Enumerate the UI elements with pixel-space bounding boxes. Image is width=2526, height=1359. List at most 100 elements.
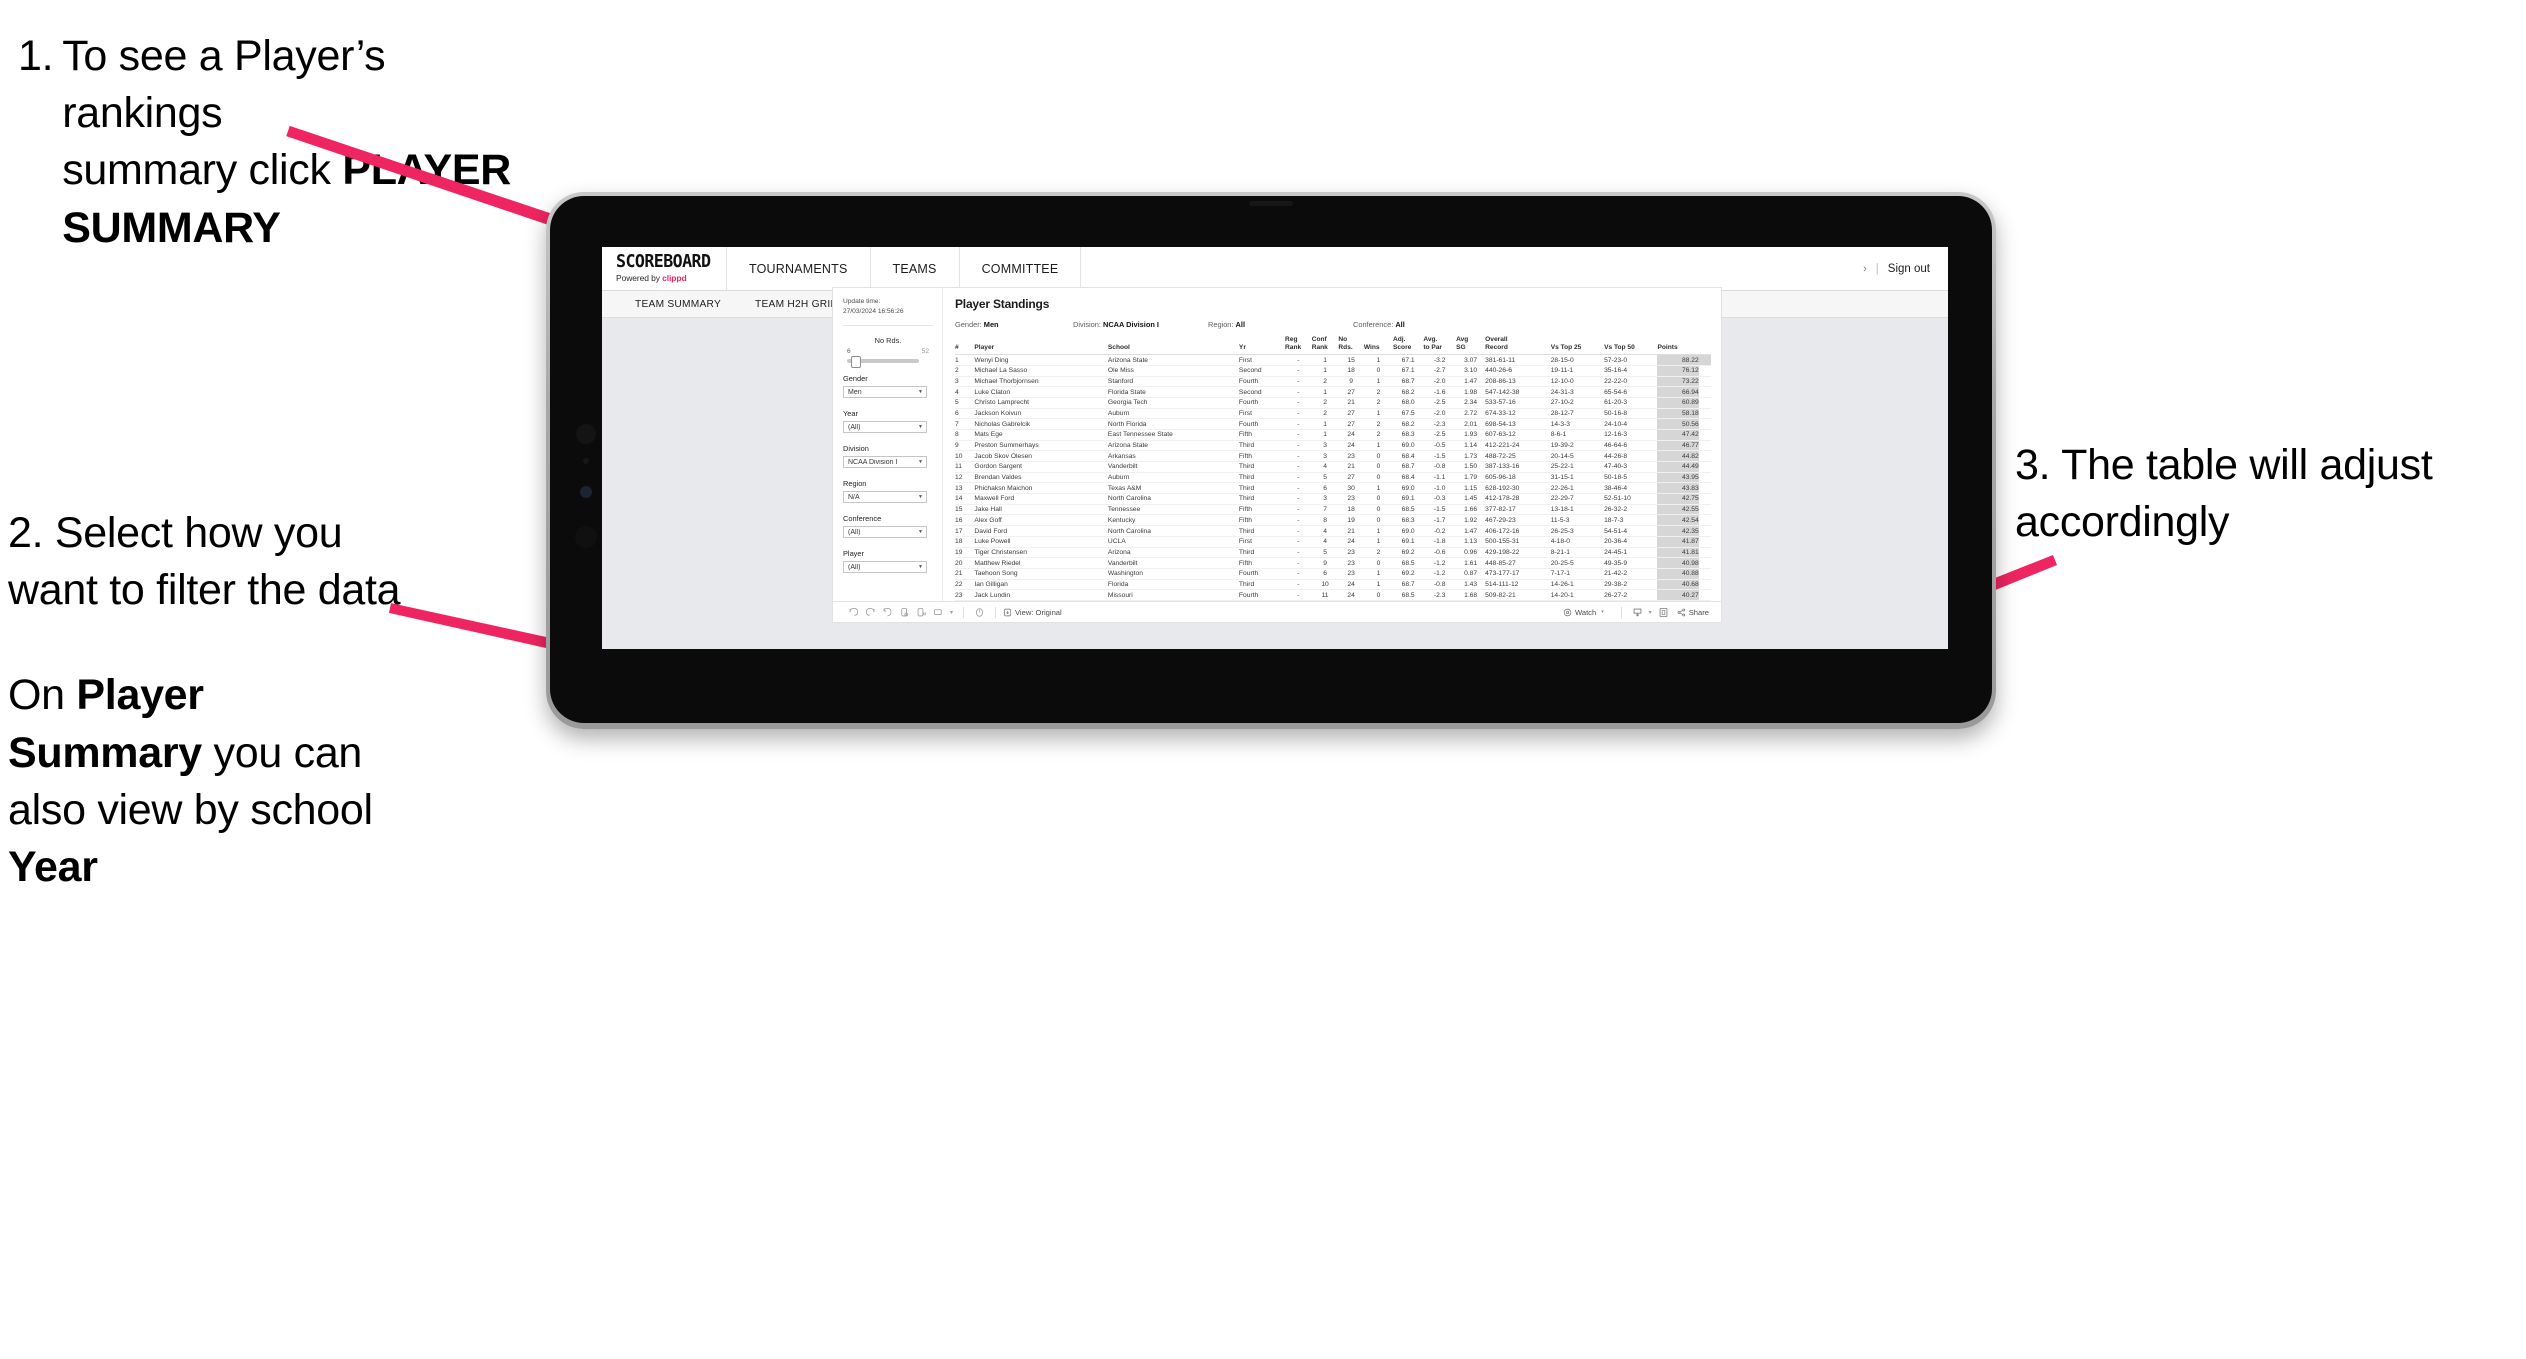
- pause-icon[interactable]: [971, 605, 988, 619]
- cell-adj_score: 68.0: [1392, 397, 1424, 409]
- filter-select-conference[interactable]: (All) ▼: [843, 526, 927, 539]
- chevron-down-icon[interactable]: ▼: [918, 424, 923, 430]
- filter-select-gender[interactable]: Men ▼: [843, 386, 927, 399]
- table-row[interactable]: 22 Ian Gilligan Florida Third -10 24 1 68.7 -0.8…: [955, 579, 1711, 591]
- cell-school: Missouri: [1107, 589, 1239, 601]
- camera-lens-large-icon: [575, 526, 597, 548]
- cell-conf_rank: 4: [1311, 461, 1339, 473]
- table-row[interactable]: 24Bastien AmatNew MexicoFourth-127269.4-…: [955, 600, 1711, 601]
- cell-no_rds: 21: [1338, 525, 1364, 537]
- table-row[interactable]: 23 Jack Lundin Missouri Fourth -11 24 0 68.5 -2.…: [955, 589, 1711, 601]
- table-row[interactable]: 12 Brendan Valdes Auburn Third -5 27 0 68.4 -1.1…: [955, 472, 1711, 484]
- cell-num: 4: [955, 386, 975, 398]
- column-header-vs_top50[interactable]: Vs Top 50: [1604, 336, 1658, 356]
- cell-adj_score: 68.3: [1392, 514, 1424, 527]
- chevron-down-icon[interactable]: ▾: [1601, 609, 1604, 615]
- brand-subtitle: Powered by clippd: [616, 273, 726, 283]
- table-row[interactable]: 13 Phichaksn Maichon Texas A&M Third -6 30 1 69…: [955, 482, 1711, 495]
- filter-select-division[interactable]: NCAA Division I ▼: [843, 456, 927, 469]
- column-header-wins[interactable]: Wins: [1363, 336, 1393, 356]
- column-header-num[interactable]: #: [955, 336, 975, 356]
- filter-select-year[interactable]: (All) ▼: [843, 421, 927, 434]
- column-header-school[interactable]: School: [1107, 336, 1239, 356]
- table-row[interactable]: 2 Michael La Sasso Ole Miss Second -1 18 0 67.1…: [955, 365, 1711, 377]
- column-header-conf_rank[interactable]: Conf Rank: [1311, 336, 1339, 356]
- revert-icon[interactable]: [879, 605, 896, 619]
- no-rounds-label: No Rds.: [874, 336, 902, 346]
- table-row[interactable]: 1 Wenyi Ding Arizona State First -1 15 1 67.1 -3…: [955, 354, 1711, 366]
- column-header-player[interactable]: Player: [974, 336, 1108, 356]
- chevron-down-icon[interactable]: ▾: [1646, 605, 1655, 619]
- table-row[interactable]: 9 Preston Summerhays Arizona State Third -3 2…: [955, 440, 1711, 452]
- table-row[interactable]: 19 Tiger Christensen Arizona Third -5 23 2 69.2…: [955, 547, 1711, 559]
- undo-icon[interactable]: [845, 605, 862, 619]
- slider-track[interactable]: [847, 356, 919, 369]
- cell-wins: 0: [1363, 493, 1393, 505]
- download-icon[interactable]: [1629, 605, 1646, 619]
- fullscreen-icon[interactable]: [1655, 605, 1672, 619]
- column-header-vs_top25[interactable]: Vs Top 25: [1550, 336, 1605, 356]
- subnav-item-team-summary[interactable]: TEAM SUMMARY: [618, 299, 738, 310]
- table-row[interactable]: 18 Luke Powell UCLA First -4 24 1 69.1 -1.8 1.13 5…: [955, 536, 1711, 548]
- cell-adj_score: 68.2: [1392, 386, 1424, 398]
- topnav-item-committee[interactable]: COMMITTEE: [960, 247, 1082, 290]
- table-row[interactable]: 15 Jake Hall Tennessee Fifth -7 18 0 68.5 -1.5 1.…: [955, 504, 1711, 516]
- chevron-down-icon[interactable]: ▼: [918, 564, 923, 570]
- chevron-down-icon[interactable]: ▾: [947, 605, 956, 619]
- cell-reg_rank: -: [1285, 589, 1312, 601]
- pause-auto-update-icon[interactable]: [913, 605, 930, 619]
- table-row[interactable]: 4 Luke Claton Florida State Second -1 27 2 68.2…: [955, 386, 1711, 398]
- column-header-points[interactable]: Points: [1657, 336, 1699, 356]
- column-header-adj_score[interactable]: Adj. Score: [1392, 336, 1424, 356]
- chevron-right-icon[interactable]: ›: [1863, 263, 1867, 275]
- column-header-avg_sg[interactable]: Avg SG: [1456, 336, 1486, 356]
- cell-avg_to_par: -2.3: [1423, 418, 1457, 430]
- cell-vs_top25: 12-10-0: [1550, 376, 1605, 388]
- table-row[interactable]: 17 David Ford North Carolina Third -4 21 1 69.0…: [955, 525, 1711, 537]
- rectangle-select-icon[interactable]: [930, 605, 947, 619]
- cell-spacer: [1698, 365, 1711, 377]
- table-row[interactable]: 5 Christo Lamprecht Georgia Tech Fourth -2 21…: [955, 397, 1711, 409]
- no-rounds-slider[interactable]: No Rds. 6 52: [843, 336, 933, 369]
- topnav-item-teams[interactable]: TEAMS: [871, 247, 960, 290]
- cell-avg_to_par: -0.5: [1423, 440, 1457, 452]
- cell-points: 40.27: [1657, 589, 1699, 601]
- table-row[interactable]: 7 Nicholas Gabrelcik North Florida Fourth -1…: [955, 418, 1711, 430]
- cell-spacer: [1698, 450, 1711, 463]
- cell-player: David Ford: [974, 525, 1108, 537]
- chevron-down-icon[interactable]: ▼: [918, 389, 923, 395]
- column-header-avg_to_par[interactable]: Avg. to Par: [1423, 336, 1457, 356]
- table-row[interactable]: 3 Michael Thorbjornsen Stanford Fourth -2 9 1 6…: [955, 376, 1711, 388]
- watch-button[interactable]: Watch ▾: [1563, 608, 1604, 617]
- column-header-no_rds[interactable]: No Rds.: [1338, 336, 1364, 356]
- slider-handle[interactable]: [851, 356, 862, 369]
- cell-conf_rank: 1: [1311, 354, 1339, 366]
- filter-select-player[interactable]: (All) ▼: [843, 561, 927, 574]
- sign-out-link[interactable]: Sign out: [1888, 263, 1930, 275]
- chevron-down-icon[interactable]: ▼: [918, 529, 923, 535]
- column-header-yr[interactable]: Yr: [1238, 336, 1286, 356]
- table-row[interactable]: 10 Jacob Skov Olesen Arkansas Fifth -3 23 0 68.…: [955, 450, 1711, 463]
- update-time-label: Update time:: [843, 298, 881, 305]
- column-header-reg_rank[interactable]: Reg Rank: [1285, 336, 1312, 356]
- column-header-overall_record[interactable]: Overall Record: [1485, 336, 1551, 356]
- annotation-1-bold-player: PLAYER: [342, 146, 511, 195]
- topnav-item-tournaments[interactable]: TOURNAMENTS: [727, 247, 871, 290]
- table-row[interactable]: 20 Matthew Riedel Vanderbilt Fifth -9 23 0 68.5…: [955, 557, 1711, 569]
- table-row[interactable]: 16 Alex Goff Kentucky Fifth -8 19 0 68.3 -1.7 1.9…: [955, 514, 1711, 527]
- table-row[interactable]: 11 Gordon Sargent Vanderbilt Third -4 21 0 68.7…: [955, 461, 1711, 473]
- cell-vs_top50: 26-27-2: [1604, 589, 1658, 601]
- chevron-down-icon[interactable]: ▼: [918, 494, 923, 500]
- cell-conf_rank: 3: [1311, 493, 1339, 505]
- view-original-button[interactable]: View: Original: [1003, 608, 1062, 617]
- table-row[interactable]: 8 Mats Ege East Tennessee State Fifth -1 24 2 6…: [955, 429, 1711, 441]
- redo-icon[interactable]: [862, 605, 879, 619]
- cell-points: 60.89: [1657, 397, 1699, 409]
- share-button[interactable]: Share: [1677, 608, 1709, 617]
- table-row[interactable]: 21 Taehoon Song Washington Fourth -6 23 1 69.2-…: [955, 568, 1711, 580]
- table-row[interactable]: 14 Maxwell Ford North Carolina Third -3 23 0 69…: [955, 493, 1711, 505]
- filter-select-region[interactable]: N/A ▼: [843, 491, 927, 504]
- refresh-data-icon[interactable]: [896, 605, 913, 619]
- chevron-down-icon[interactable]: ▼: [918, 459, 923, 465]
- table-row[interactable]: 6 Jackson Koivun Auburn First -2 27 1 67.5 -2.0 2…: [955, 408, 1711, 420]
